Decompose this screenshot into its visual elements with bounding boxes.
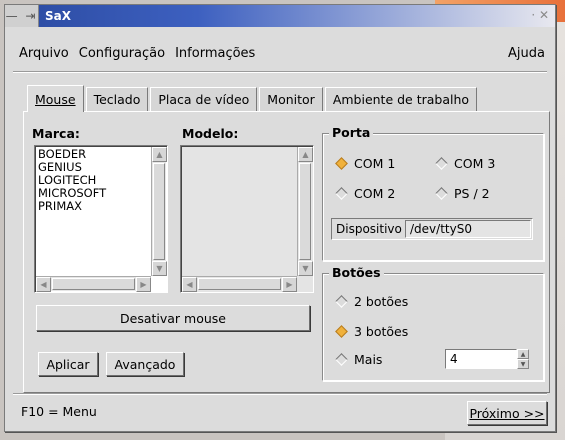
footer-divider [13,393,547,395]
tab-ambiente-label: Ambiente de trabalho [332,92,470,107]
scroll-up-icon[interactable]: ▲ [298,147,313,162]
tab-mouse-label: Mouse [35,91,76,107]
radio-com3[interactable]: COM 3 [435,156,495,171]
radio-com1-label: COM 1 [354,156,396,171]
scroll-right-icon[interactable]: ▶ [136,277,151,292]
sax-window: — ⇥ SaX · ✕ Arquivo Configuração Informa… [4,4,556,432]
scroll-down-icon[interactable]: ▼ [152,261,167,276]
scroll-right-icon[interactable]: ▶ [282,277,297,292]
advanced-button[interactable]: Avançado [106,352,184,376]
scroll-thumb[interactable] [153,163,165,260]
radio-selected-icon [335,325,348,338]
radio-ps2-label: PS / 2 [454,186,490,201]
device-field[interactable]: /dev/ttyS0 [405,220,531,238]
device-label: Dispositivo [336,222,402,236]
model-list[interactable]: ▲ ▼ ◀ ▶ [180,145,314,293]
radio-3-buttons[interactable]: 3 botões [335,324,408,339]
buttons-group: Botões 2 botões 3 botões Mais 4 ▲ ▼ [322,265,544,381]
stepper-down-icon[interactable]: ▼ [517,359,529,369]
model-horizontal-scrollbar[interactable]: ◀ ▶ [182,276,297,292]
stepper-arrows: ▲ ▼ [517,349,529,369]
radio-ps2[interactable]: PS / 2 [435,186,490,201]
radio-icon [335,295,348,308]
tab-ambiente-de-trabalho[interactable]: Ambiente de trabalho [324,87,478,111]
tab-monitor[interactable]: Monitor [259,87,323,111]
brand-vertical-scrollbar[interactable]: ▲ ▼ [151,147,167,276]
disable-mouse-button[interactable]: Desativar mouse [36,305,310,331]
scroll-thumb[interactable] [52,278,135,290]
scroll-left-icon[interactable]: ◀ [36,277,51,292]
list-item[interactable]: PRIMAX [38,200,106,213]
model-label: Modelo: [182,126,239,141]
port-group: Porta COM 1 COM 3 COM 2 PS / 2 Dispositi… [322,125,544,261]
next-button[interactable]: Próximo >> [467,401,547,425]
radio-icon [335,187,348,200]
menu-arquivo[interactable]: Arquivo [19,46,69,61]
radio-more-label: Mais [354,352,383,367]
tab-mouse[interactable]: Mouse [27,85,84,112]
menu-informacoes[interactable]: Informações [175,46,255,61]
tab-bar: Mouse Teclado Placa de vídeo Monitor Amb… [27,85,479,112]
tab-teclado[interactable]: Teclado [85,87,149,111]
more-buttons-input[interactable]: 4 [445,349,517,369]
menu-divider [13,71,547,73]
brand-horizontal-scrollbar[interactable]: ◀ ▶ [36,276,151,292]
radio-icon [335,353,348,366]
brand-label: Marca: [32,126,80,141]
scroll-left-icon[interactable]: ◀ [182,277,197,292]
title-bar[interactable]: — ⇥ SaX · ✕ [5,5,555,27]
close-icon[interactable]: · ✕ [531,8,549,22]
menu-bar: Arquivo Configuração Informações Ajuda [19,43,545,63]
port-group-title: Porta [329,125,374,140]
stepper-up-icon[interactable]: ▲ [517,349,529,359]
status-hint: F10 = Menu [21,404,97,419]
apply-button[interactable]: Aplicar [38,352,98,376]
tab-placa-de-video[interactable]: Placa de vídeo [150,87,258,111]
more-buttons-stepper[interactable]: 4 ▲ ▼ [445,349,529,369]
window-menu-icon[interactable]: — ⇥ [5,5,39,27]
window-title: SaX [45,9,71,23]
radio-com3-label: COM 3 [454,156,496,171]
radio-com2[interactable]: COM 2 [335,186,395,201]
scroll-thumb[interactable] [299,163,311,260]
buttons-group-title: Botões [329,265,384,280]
scroll-down-icon[interactable]: ▼ [298,261,313,276]
scroll-thumb[interactable] [198,278,281,290]
menu-configuracao[interactable]: Configuração [79,46,165,61]
menu-ajuda[interactable]: Ajuda [508,46,545,61]
radio-2-buttons-label: 2 botões [354,294,409,309]
brand-items: BOEDER GENIUS LOGITECH MICROSOFT PRIMAX [38,148,106,213]
next-button-label: Próximo >> [469,405,545,421]
model-vertical-scrollbar[interactable]: ▲ ▼ [297,147,313,276]
radio-icon [435,187,448,200]
radio-com2-label: COM 2 [354,186,396,201]
radio-icon [435,157,448,170]
scroll-up-icon[interactable]: ▲ [152,147,167,162]
mouse-tab-panel: Marca: Modelo: BOEDER GENIUS LOGITECH MI… [23,111,550,393]
tab-placa-label: Placa de vídeo [158,92,250,107]
radio-3-buttons-label: 3 botões [354,324,409,339]
radio-selected-icon [335,157,348,170]
brand-list[interactable]: BOEDER GENIUS LOGITECH MICROSOFT PRIMAX … [34,145,168,293]
radio-2-buttons[interactable]: 2 botões [335,294,408,309]
radio-com1[interactable]: COM 1 [335,156,395,171]
tab-teclado-label: Teclado [93,92,141,107]
tab-monitor-label: Monitor [267,92,315,107]
radio-more[interactable]: Mais [335,352,382,367]
